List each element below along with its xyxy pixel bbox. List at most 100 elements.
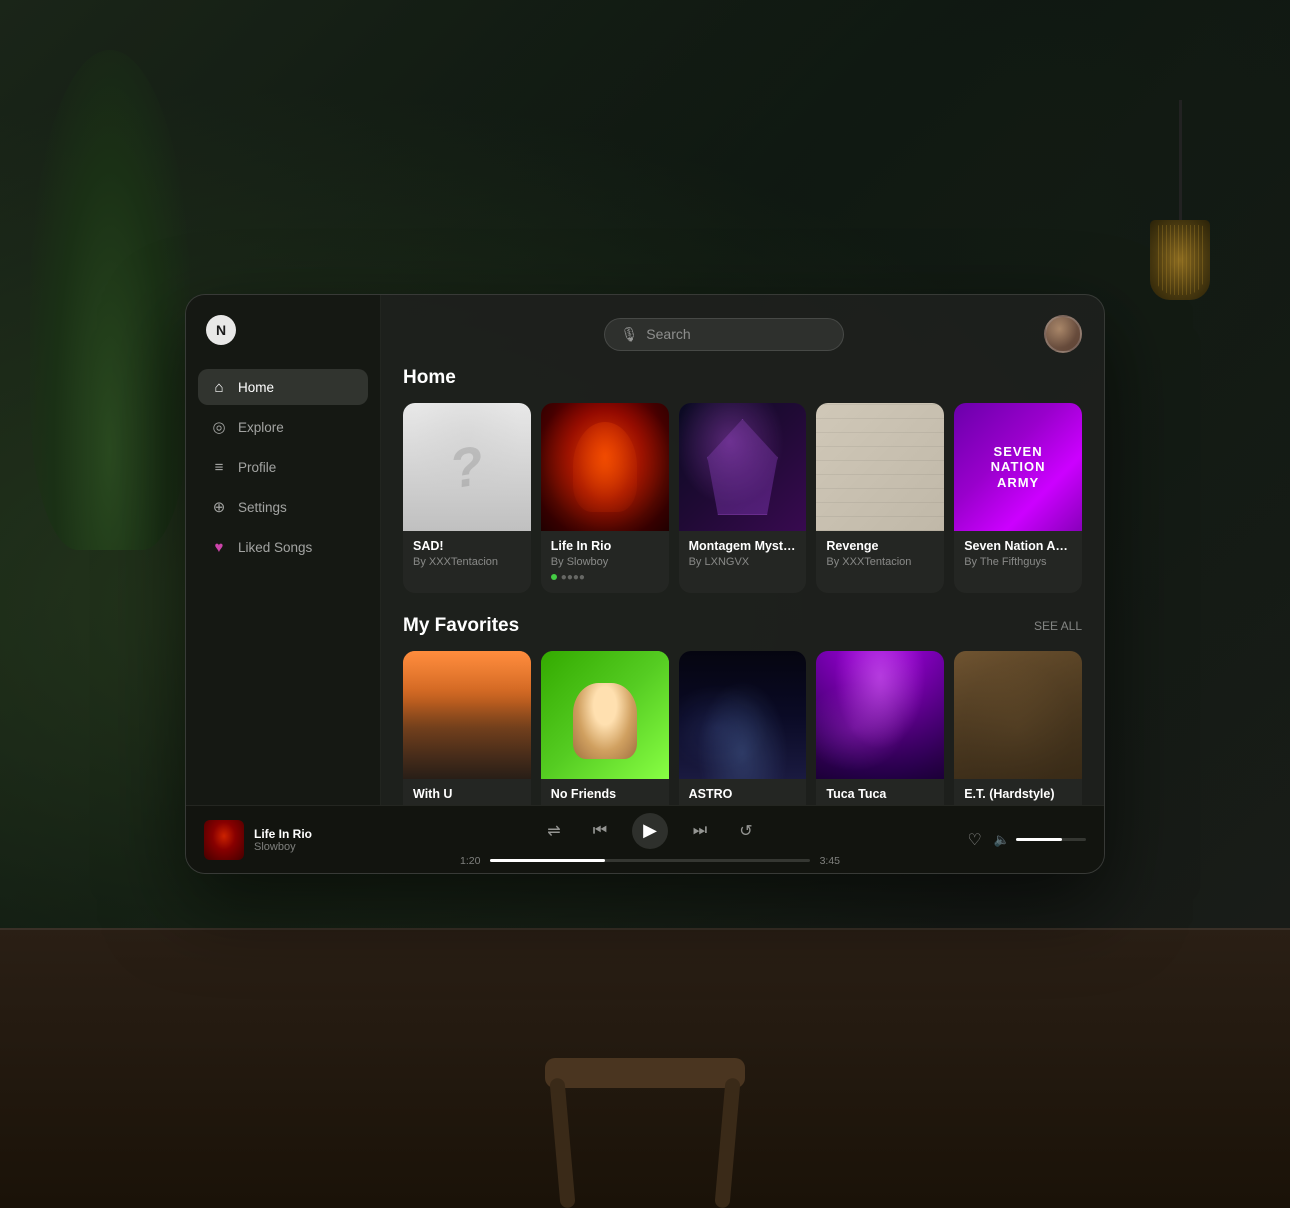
card-tuca[interactable]: Tuca Tuca By Fyex xyxy=(816,651,944,805)
progress-row: 1:20 3:45 xyxy=(460,855,840,867)
card-art-tuca xyxy=(816,651,944,779)
shuffle-button[interactable]: ⇌ xyxy=(540,817,568,845)
card-art-life-rio xyxy=(541,403,669,531)
player-controls: ⇌ ⏮ ▶ ⏭ ↺ 1:20 3:45 xyxy=(386,813,914,867)
volume-icon: 🔈 xyxy=(994,832,1010,848)
app-window: N ⌂ Home ◎ Explore ≡ Profile ⊕ Settings … xyxy=(185,294,1105,874)
card-astro[interactable]: ASTRO By Slowboy xyxy=(679,651,807,805)
progress-bar[interactable] xyxy=(490,859,809,862)
card-info-revenge: Revenge By XXXTentacion xyxy=(816,531,944,578)
home-cards-grid: ? SAD! By XXXTentacion Life In xyxy=(403,403,1082,593)
card-title-astro: ASTRO xyxy=(689,787,797,801)
card-montagem[interactable]: Montagem Mysterious By LXNGVX xyxy=(679,403,807,593)
card-sad[interactable]: ? SAD! By XXXTentacion xyxy=(403,403,531,593)
card-info-tuca: Tuca Tuca By Fyex xyxy=(816,779,944,805)
sad-art-inner: ? xyxy=(403,403,531,531)
card-life-rio[interactable]: Life In Rio By Slowboy ●●●● xyxy=(541,403,669,593)
card-art-montagem xyxy=(679,403,807,531)
app-main: N ⌂ Home ◎ Explore ≡ Profile ⊕ Settings … xyxy=(186,295,1104,805)
sidebar-item-liked[interactable]: ♥ Liked Songs xyxy=(198,529,368,565)
home-section-header: Home xyxy=(403,367,1082,389)
card-title-life-rio: Life In Rio xyxy=(551,539,659,553)
sidebar-item-settings[interactable]: ⊕ Settings xyxy=(198,489,368,525)
sidebar-item-profile[interactable]: ≡ Profile xyxy=(198,449,368,485)
search-placeholder: Search xyxy=(646,326,690,342)
card-art-et xyxy=(954,651,1082,779)
et-inner xyxy=(954,651,1082,779)
card-artist-sad: By XXXTentacion xyxy=(413,556,521,568)
no-friends-bg xyxy=(541,651,669,779)
with-u-road xyxy=(403,651,531,779)
heart-icon: ♥ xyxy=(210,538,228,556)
card-artist-montagem: By LXNGVX xyxy=(689,556,797,568)
controls-row: ⇌ ⏮ ▶ ⏭ ↺ xyxy=(540,813,760,849)
card-title-with-u: With U xyxy=(413,787,521,801)
profile-icon: ≡ xyxy=(210,458,228,476)
header-row: 🎙 Search xyxy=(403,315,1082,353)
like-button[interactable]: ♡ xyxy=(967,830,981,850)
total-time: 3:45 xyxy=(820,855,840,867)
montagem-figure xyxy=(707,419,777,515)
revenge-papers xyxy=(816,403,944,531)
card-info-montagem: Montagem Mysterious By LXNGVX xyxy=(679,531,807,578)
card-art-no-friends xyxy=(541,651,669,779)
user-avatar[interactable] xyxy=(1044,315,1082,353)
search-icon: 🎙 xyxy=(621,326,639,343)
card-info-et: E.T. (Hardstyle) By PHARAOH xyxy=(954,779,1082,805)
home-section-title: Home xyxy=(403,367,456,389)
card-art-astro xyxy=(679,651,807,779)
card-title-seven: Seven Nation Army xyxy=(964,539,1072,553)
sad-art-mark: ? xyxy=(445,432,489,501)
card-revenge[interactable]: Revenge By XXXTentacion xyxy=(816,403,944,593)
volume-bar[interactable] xyxy=(1016,838,1086,841)
card-title-montagem: Montagem Mysterious xyxy=(689,539,797,553)
card-seven-nation[interactable]: SEVENNATIONARMY Seven Nation Army By The… xyxy=(954,403,1082,593)
prev-button[interactable]: ⏮ xyxy=(586,817,614,845)
progress-fill xyxy=(490,859,605,862)
settings-icon: ⊕ xyxy=(210,498,228,516)
seven-text: SEVENNATIONARMY xyxy=(991,444,1046,491)
now-playing-title: Life In Rio xyxy=(254,827,312,841)
card-art-with-u xyxy=(403,651,531,779)
home-icon: ⌂ xyxy=(210,378,228,396)
card-title-revenge: Revenge xyxy=(826,539,934,553)
volume-fill xyxy=(1016,838,1062,841)
now-playing-info: Life In Rio Slowboy xyxy=(254,827,312,853)
now-playing-artist: Slowboy xyxy=(254,841,312,853)
card-title-tuca: Tuca Tuca xyxy=(826,787,934,801)
card-info-astro: ASTRO By Slowboy xyxy=(679,779,807,805)
card-artist-seven: By The Fifthguys xyxy=(964,556,1072,568)
explore-icon: ◎ xyxy=(210,418,228,436)
favorites-cards-grid: With U By SwuM No Friends By Cadmium xyxy=(403,651,1082,805)
floor xyxy=(0,928,1290,1208)
play-button[interactable]: ▶ xyxy=(632,813,668,849)
card-status-life-rio: ●●●● xyxy=(551,572,659,583)
card-info-life-rio: Life In Rio By Slowboy ●●●● xyxy=(541,531,669,593)
favorites-section-header: My Favorites SEE ALL xyxy=(403,615,1082,637)
card-with-u[interactable]: With U By SwuM xyxy=(403,651,531,805)
status-dot xyxy=(551,574,557,580)
card-info-sad: SAD! By XXXTentacion xyxy=(403,531,531,578)
card-et[interactable]: E.T. (Hardstyle) By PHARAOH xyxy=(954,651,1082,805)
status-text: ●●●● xyxy=(561,572,585,583)
current-time: 1:20 xyxy=(460,855,480,867)
card-art-revenge xyxy=(816,403,944,531)
next-button[interactable]: ⏭ xyxy=(686,817,714,845)
now-playing-thumbnail xyxy=(204,820,244,860)
card-artist-life-rio: By Slowboy xyxy=(551,556,659,568)
no-friends-figure xyxy=(573,683,637,760)
main-content: 🎙 Search Home ? SAD! xyxy=(381,295,1104,805)
repeat-button[interactable]: ↺ xyxy=(732,817,760,845)
see-all-button[interactable]: SEE ALL xyxy=(1034,619,1082,633)
card-title-sad: SAD! xyxy=(413,539,521,553)
search-bar[interactable]: 🎙 Search xyxy=(604,318,844,351)
sidebar-item-explore[interactable]: ◎ Explore xyxy=(198,409,368,445)
sidebar-item-home[interactable]: ⌂ Home xyxy=(198,369,368,405)
fire-glow xyxy=(541,403,669,531)
card-no-friends[interactable]: No Friends By Cadmium xyxy=(541,651,669,805)
astro-inner xyxy=(679,651,807,779)
card-art-seven: SEVENNATIONARMY xyxy=(954,403,1082,531)
card-info-seven: Seven Nation Army By The Fifthguys xyxy=(954,531,1082,578)
tuca-inner xyxy=(816,651,944,779)
logo-area: N xyxy=(198,315,368,365)
